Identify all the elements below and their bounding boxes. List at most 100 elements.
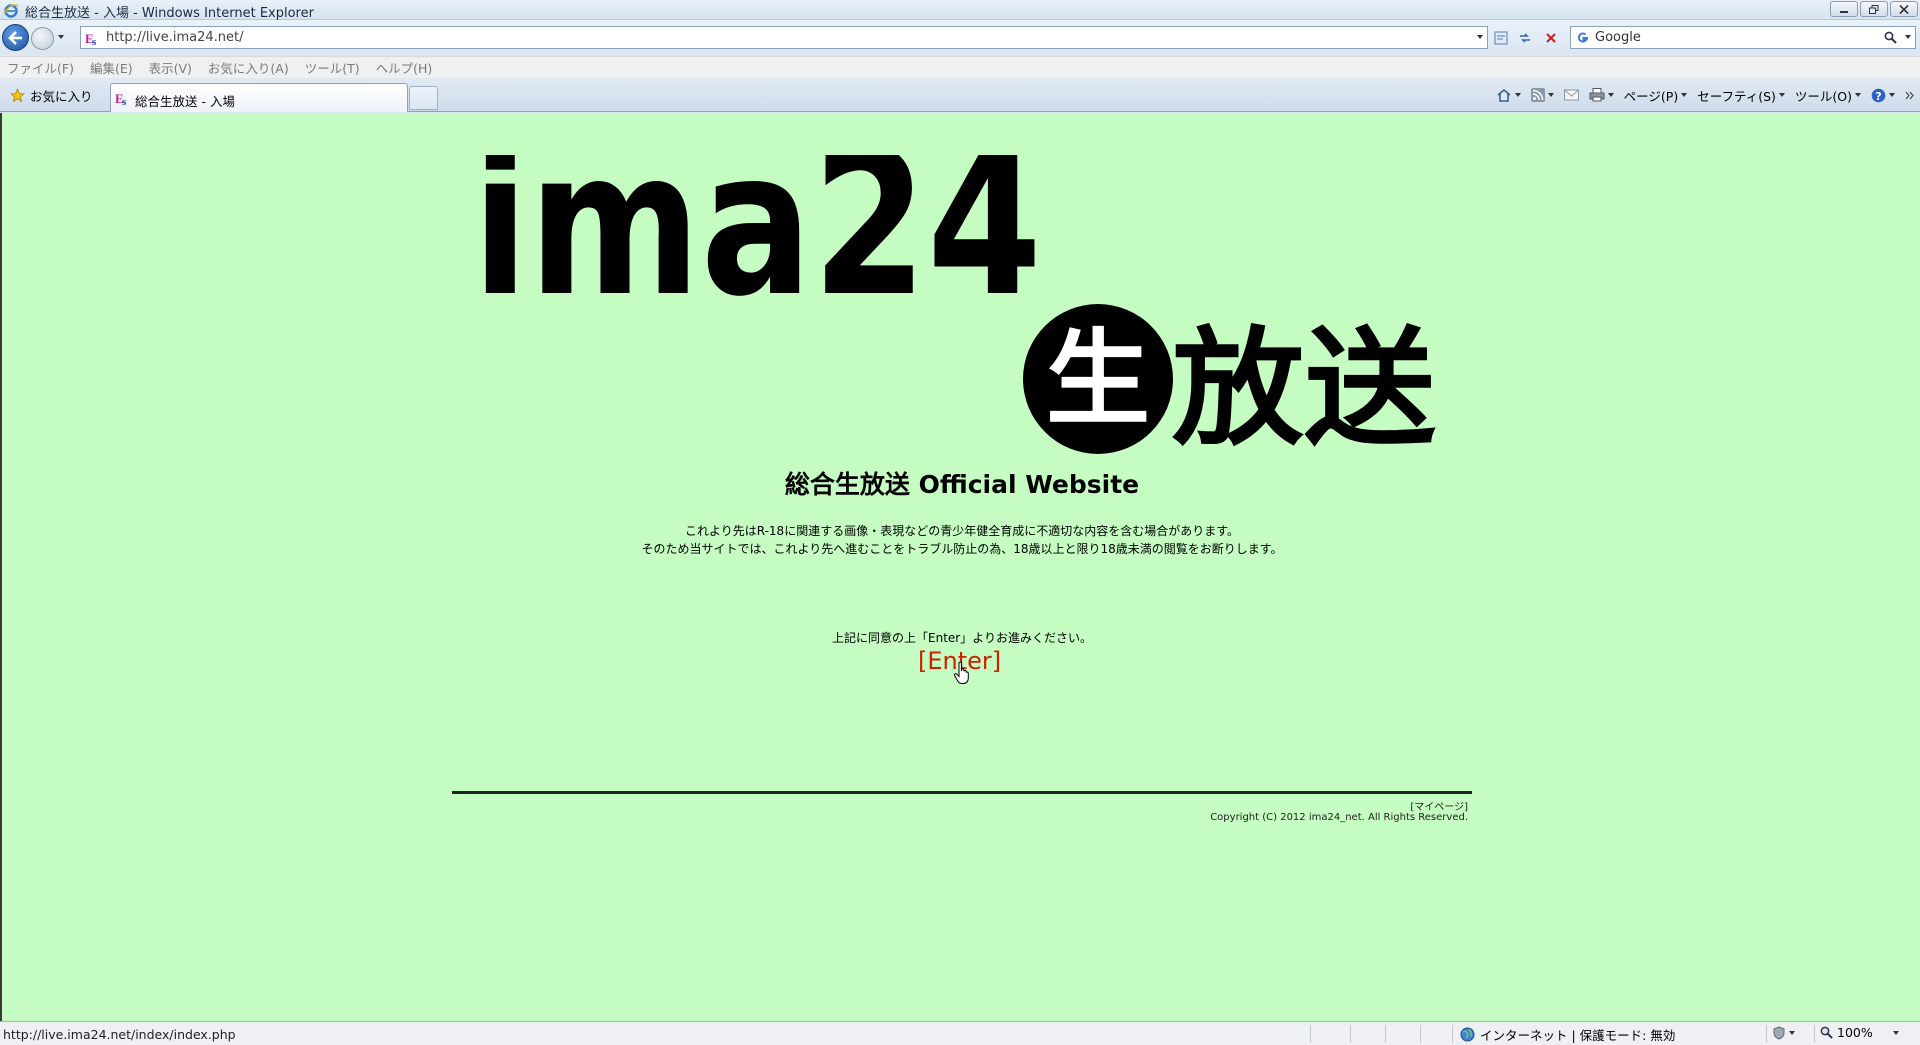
- security-zone-label: インターネット | 保護モード: 無効: [1480, 1028, 1676, 1043]
- close-button[interactable]: [1890, 1, 1918, 17]
- zoom-dropdown[interactable]: [1892, 1030, 1899, 1035]
- safety-menu-label: セーフティ(S): [1697, 88, 1776, 104]
- new-tab-button[interactable]: [409, 86, 438, 110]
- ima24-logo: ima24: [472, 155, 1042, 305]
- tab-bar: お気に入り E s 総合生放送 - 入場 ページ(P) セーフティ(S) ツール…: [0, 79, 1920, 112]
- hand-cursor-icon: [953, 661, 969, 684]
- security-zone[interactable]: インターネット | 保護モード: 無効: [1460, 1025, 1675, 1044]
- status-link-url: http://live.ima24.net/index/index.php: [3, 1027, 236, 1042]
- menu-view[interactable]: 表示(V): [149, 58, 192, 77]
- status-divider: [1385, 1025, 1386, 1043]
- menu-file[interactable]: ファイル(F): [7, 58, 74, 77]
- compat-view-button[interactable]: [1490, 27, 1512, 49]
- menu-favorites[interactable]: お気に入り(A): [208, 58, 289, 77]
- footer-divider: [452, 791, 1472, 794]
- star-icon: [10, 87, 25, 102]
- page-menu-label: ページ(P): [1623, 88, 1679, 104]
- print-dropdown[interactable]: [1607, 93, 1614, 97]
- svg-text:s: s: [92, 36, 97, 46]
- age-warning: これより先はR-18に関連する画像・表現などの青少年健全育成に不適切な内容を含む…: [2, 522, 1920, 558]
- ima24-logo-text: ima24: [472, 155, 1042, 305]
- url-dropdown[interactable]: [1477, 35, 1483, 39]
- window-title: 総合生放送 - 入場 - Windows Internet Explorer: [25, 6, 314, 21]
- site-favicon-icon: E s: [115, 91, 127, 106]
- svg-text:?: ?: [1875, 89, 1881, 102]
- stop-icon: [1546, 33, 1556, 43]
- site-favicon-icon: E s: [85, 31, 97, 46]
- back-arrow-icon: [7, 30, 22, 45]
- tab-label: 総合生放送 - 入場: [135, 94, 235, 109]
- agree-instruction: 上記に同意の上「Enter」よりお進みください。: [832, 631, 1092, 645]
- favorites-button[interactable]: お気に入り: [4, 84, 99, 106]
- chevron-down-icon: [1681, 93, 1688, 97]
- safety-menu[interactable]: セーフティ(S): [1695, 86, 1787, 105]
- search-icon[interactable]: [1884, 31, 1897, 44]
- refresh-button[interactable]: [1514, 27, 1536, 49]
- command-bar: ページ(P) セーフティ(S) ツール(O) ?: [1494, 83, 1916, 107]
- feeds-button[interactable]: [1529, 88, 1556, 102]
- menu-tools[interactable]: ツール(T): [305, 58, 360, 77]
- status-divider: [1350, 1025, 1351, 1043]
- home-dropdown[interactable]: [1514, 93, 1521, 97]
- protected-mode-button[interactable]: [1772, 1026, 1795, 1040]
- nama-housou-logo: 生 放送: [1023, 304, 1436, 458]
- url-text: http://live.ima24.net/: [106, 30, 244, 45]
- menu-bar: ファイル(F) 編集(E) 表示(V) お気に入り(A) ツール(T) ヘルプ(…: [0, 56, 1920, 78]
- menu-help[interactable]: ヘルプ(H): [376, 58, 433, 77]
- tools-menu-label: ツール(O): [1794, 88, 1852, 104]
- status-divider: [1452, 1025, 1453, 1043]
- copyright-text: Copyright (C) 2012 ima24_net. All Rights…: [1210, 812, 1468, 823]
- tab-active[interactable]: E s 総合生放送 - 入場: [110, 83, 408, 112]
- title-bar: 総合生放送 - 入場 - Windows Internet Explorer: [0, 0, 1920, 21]
- refresh-icon: [1520, 33, 1530, 43]
- status-divider: [1310, 1025, 1311, 1043]
- tools-menu[interactable]: ツール(O): [1793, 86, 1863, 105]
- nama-character: 生: [1046, 318, 1150, 440]
- page-menu[interactable]: ページ(P): [1622, 86, 1690, 105]
- home-icon: [1497, 88, 1511, 102]
- minimize-button[interactable]: [1830, 1, 1858, 17]
- help-icon: ?: [1871, 88, 1886, 102]
- forward-button[interactable]: [31, 27, 54, 50]
- url-field[interactable]: E s http://live.ima24.net/: [80, 26, 1488, 49]
- feeds-dropdown[interactable]: [1547, 93, 1554, 97]
- window-controls: [1830, 1, 1918, 17]
- globe-icon: [1460, 1027, 1475, 1042]
- rss-icon: [1530, 88, 1545, 102]
- google-icon: [1575, 30, 1591, 46]
- printer-icon: [1589, 88, 1605, 102]
- search-field[interactable]: Google: [1570, 26, 1916, 49]
- search-engine-label: Google: [1595, 30, 1641, 45]
- home-button[interactable]: [1494, 88, 1523, 103]
- zoom-control[interactable]: 100%: [1820, 1025, 1899, 1040]
- ie-logo-icon: [3, 4, 19, 18]
- mypage-link[interactable]: [マイページ]: [1410, 798, 1468, 813]
- toolbar-overflow-button[interactable]: [1903, 91, 1916, 100]
- close-icon: [1899, 4, 1909, 14]
- status-divider: [1814, 1025, 1815, 1043]
- warning-line-2: そのため当サイトでは、これより先へ進むことをトラブル防止の為、18歳以上と限り1…: [641, 542, 1283, 556]
- restore-button[interactable]: [1860, 1, 1888, 17]
- help-dropdown[interactable]: [1889, 93, 1895, 97]
- restore-icon: [1869, 4, 1879, 14]
- mail-icon: [1563, 89, 1579, 101]
- menu-edit[interactable]: 編集(E): [90, 58, 133, 77]
- protected-mode-dropdown[interactable]: [1789, 1031, 1795, 1035]
- mail-button[interactable]: [1562, 89, 1581, 101]
- compat-view-icon: [1494, 31, 1508, 45]
- page-content: ima24 生 放送 総合生放送 Official Website これより先は…: [0, 113, 1920, 1021]
- shield-icon: [1773, 1026, 1785, 1040]
- zoom-level: 100%: [1837, 1025, 1873, 1040]
- status-divider: [1766, 1025, 1767, 1043]
- back-button[interactable]: [2, 24, 29, 51]
- recent-pages-dropdown[interactable]: [58, 35, 64, 39]
- search-options-dropdown[interactable]: [1905, 35, 1911, 39]
- site-title: 総合生放送 Official Website: [784, 470, 1140, 499]
- stop-button[interactable]: [1540, 27, 1562, 49]
- help-button[interactable]: ?: [1869, 88, 1897, 103]
- print-button[interactable]: [1587, 88, 1616, 102]
- svg-text:s: s: [122, 96, 127, 106]
- housou-text: 放送: [1172, 315, 1436, 458]
- status-divider: [1420, 1025, 1421, 1043]
- address-bar: E s http://live.ima24.net/ Google: [0, 20, 1920, 54]
